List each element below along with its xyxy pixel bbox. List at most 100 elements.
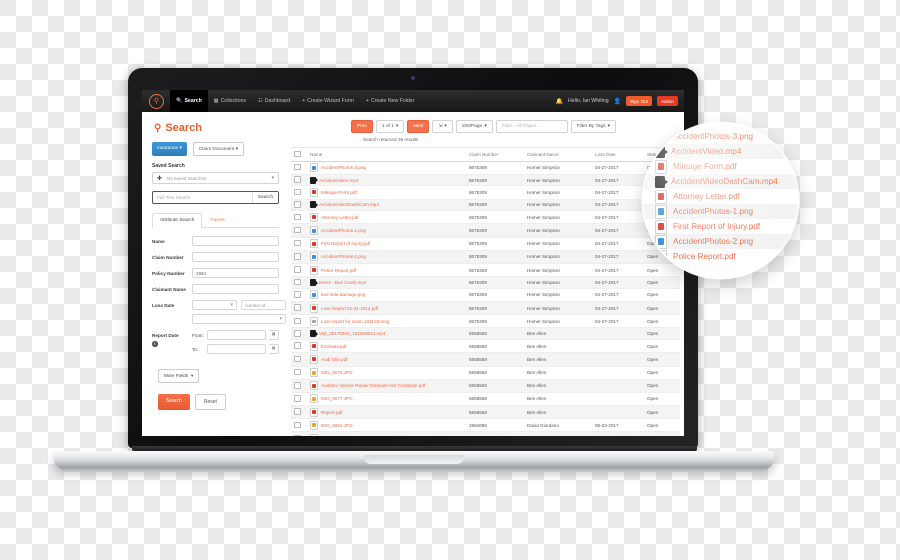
cell-name[interactable]: Estimate.pdf (307, 339, 466, 354)
magnified-list-item[interactable]: First Report of Injury.pdf (643, 219, 798, 234)
report-date-from-input[interactable] (207, 330, 266, 340)
nav-item-collections[interactable]: ▦ Collections (208, 90, 252, 112)
per-page-select[interactable]: 100/Page ▾ (455, 120, 493, 133)
magnified-file-name[interactable]: AccidentPhotos-2.png (673, 237, 753, 246)
table-row[interactable]: AccidentVideoDashCam.mp4 8675309 Homer Sim… (291, 199, 680, 212)
file-name-link[interactable]: Event - Bus Crash.mp4 (319, 280, 367, 285)
cell-name[interactable]: VID_20170504_192920614.mp4 (307, 327, 466, 341)
table-row[interactable]: Audi Title.pdf 5558558 Ben Allen Open (291, 352, 680, 367)
file-name-link[interactable]: AccidentVideo.mp4 (319, 178, 359, 183)
row-checkbox[interactable] (294, 226, 301, 234)
cell-name[interactable]: Mileage Form.pdf (307, 185, 466, 200)
tab-facets[interactable]: Facets (202, 213, 232, 227)
magnified-list-item[interactable]: Attorney Letter.pdf (643, 189, 798, 204)
file-name-link[interactable]: Mileage Form.pdf (321, 190, 357, 195)
row-checkbox[interactable] (294, 239, 301, 247)
tab-attribute-search[interactable]: Attribute Search (152, 213, 203, 228)
magnified-file-name[interactable]: AccidentVideo.mp4 (671, 147, 741, 156)
table-row[interactable]: AccidentPhotos-3.png 8675309 Homer Simpson… (291, 161, 680, 175)
magnified-file-name[interactable]: Mileage Form.pdf (673, 162, 737, 171)
table-row[interactable]: Police Report.pdf 8675309 Homer Simpson 04-… (291, 263, 680, 278)
row-select-cell[interactable] (291, 392, 307, 407)
row-select-cell[interactable] (291, 431, 307, 436)
file-name-link[interactable]: Estimate.pdf (321, 344, 347, 349)
row-select-cell[interactable] (291, 327, 307, 341)
loss-date-unit-select[interactable]: ▾ (192, 314, 286, 324)
row-checkbox[interactable] (294, 330, 301, 337)
row-select-cell[interactable] (291, 174, 307, 187)
row-select-cell[interactable] (291, 301, 307, 316)
row-select-cell[interactable] (291, 276, 307, 289)
select-all-checkbox[interactable] (294, 150, 301, 157)
row-checkbox[interactable] (294, 188, 301, 196)
claim-number-input[interactable] (192, 252, 279, 262)
name-input[interactable] (192, 236, 279, 246)
row-checkbox[interactable] (294, 304, 301, 311)
cell-name[interactable]: Audi Title.pdf (307, 352, 466, 367)
magnified-list-item[interactable]: Police Report.pdf (643, 249, 798, 264)
magnified-file-name[interactable]: AccidentPhotos-1.png (673, 207, 753, 216)
row-checkbox[interactable] (294, 395, 301, 402)
loss-date-number-input[interactable]: number of... (241, 300, 286, 310)
search-logo-icon[interactable]: ⚲ (149, 93, 164, 109)
user-icon[interactable]: 👤 (614, 98, 621, 105)
row-select-cell[interactable] (291, 263, 307, 278)
row-select-cell[interactable] (291, 288, 307, 303)
file-name-link[interactable]: AccidentPhotos-1.png (321, 228, 366, 233)
cell-name[interactable]: Report.pdf (307, 405, 466, 420)
row-select-cell[interactable] (291, 185, 307, 200)
file-name-link[interactable]: First Report of Injury.pdf (321, 241, 370, 246)
nav-item-search[interactable]: 🔍 Search (170, 90, 208, 112)
saved-search-select[interactable]: ✚ No saved searches ▾ (152, 172, 279, 184)
row-checkbox[interactable] (294, 342, 301, 349)
magnified-file-name[interactable]: Attorney Letter.pdf (673, 192, 740, 201)
file-name-link[interactable]: IMG_9076.JPG (321, 370, 353, 375)
admin-button[interactable]: Admin (656, 96, 678, 106)
cell-name[interactable]: Attorney Letter.pdf (307, 210, 466, 225)
table-row[interactable]: IMG_9076.JPG 5558558 Ben Allen Open (291, 366, 680, 380)
magnified-list-item[interactable]: AccidentPhotos-3.png (643, 129, 798, 144)
row-checkbox[interactable] (294, 163, 301, 171)
row-checkbox[interactable] (294, 317, 301, 325)
file-name-link[interactable]: Attorney Letter.pdf (321, 215, 359, 220)
cell-name[interactable]: AccidentVideo.mp4 (307, 174, 466, 187)
more-fields-button[interactable]: More Fields ▾ (158, 368, 200, 383)
cell-name[interactable]: IMG_9077.JPG (307, 392, 466, 407)
row-checkbox[interactable] (294, 382, 301, 389)
insurance-dropdown-button[interactable]: Insurance ▾ (152, 142, 187, 156)
file-name-link[interactable]: VID_20170504_192920614.mp4 (319, 331, 385, 336)
fulltext-search-button[interactable]: Search (251, 192, 278, 203)
sign-out-button[interactable]: Sign Out (626, 96, 652, 106)
row-checkbox[interactable] (294, 408, 301, 415)
file-name-link[interactable]: Loss report for claim 103123.msg (321, 319, 389, 324)
row-select-cell[interactable] (291, 314, 307, 329)
row-select-cell[interactable] (291, 339, 307, 354)
select-all-header[interactable] (291, 147, 307, 162)
file-name-link[interactable]: Report.pdf (321, 410, 342, 415)
nav-item-create-wizard-form[interactable]: + Create Wizard Form (296, 90, 360, 112)
table-row[interactable]: AccidentVideo.mp4 8675309 Homer Simpson 04-… (291, 174, 680, 187)
magnified-file-name[interactable]: First Report of Injury.pdf (673, 222, 760, 231)
file-name-link[interactable]: AccidentVideoDashCam.mp4 (319, 202, 379, 207)
magnified-file-name[interactable]: AccidentVideoDashCam.mp4 (671, 177, 778, 186)
file-name-link[interactable]: IMG_9077.JPG (321, 396, 353, 401)
policy-number-input[interactable]: 2884 (192, 268, 279, 278)
table-row[interactable]: Estimate.pdf 5558558 Ben Allen Open (291, 339, 680, 354)
cell-name[interactable]: AccidentPhotos-2.png (307, 250, 466, 265)
row-select-cell[interactable] (291, 237, 307, 251)
row-checkbox[interactable] (294, 201, 301, 208)
magnified-list-item[interactable]: AccidentVideo.mp4 (643, 144, 798, 159)
expand-arrows-button[interactable]: ⇲ ▾ (432, 120, 453, 133)
file-name-link[interactable]: AccidentPhotos-2.png (321, 254, 366, 259)
table-row[interactable]: IMG_9081.JPG 2884096 David Giordano 05-03-2… (291, 418, 680, 433)
row-checkbox[interactable] (294, 278, 301, 286)
table-row[interactable]: Event - Bus Crash.mp4 8675309 Homer Simpso… (291, 276, 680, 289)
cell-name[interactable]: Audatex Vehicle Repair Estimate-Not Comp… (307, 379, 466, 393)
cell-name[interactable]: AccidentVideoDashCam.mp4 (307, 199, 466, 212)
cell-name[interactable]: AccidentPhotos-1.png (307, 223, 466, 238)
column-header-name[interactable]: Name (307, 147, 466, 162)
nav-item-dashboard[interactable]: ☷ Dashboard (252, 90, 296, 112)
claimant-name-input[interactable] (192, 284, 279, 294)
page-indicator-select[interactable]: 1 of 1 ▾ (375, 120, 405, 133)
filter-all-pages-input[interactable]: Filter - All Pages (495, 120, 568, 133)
